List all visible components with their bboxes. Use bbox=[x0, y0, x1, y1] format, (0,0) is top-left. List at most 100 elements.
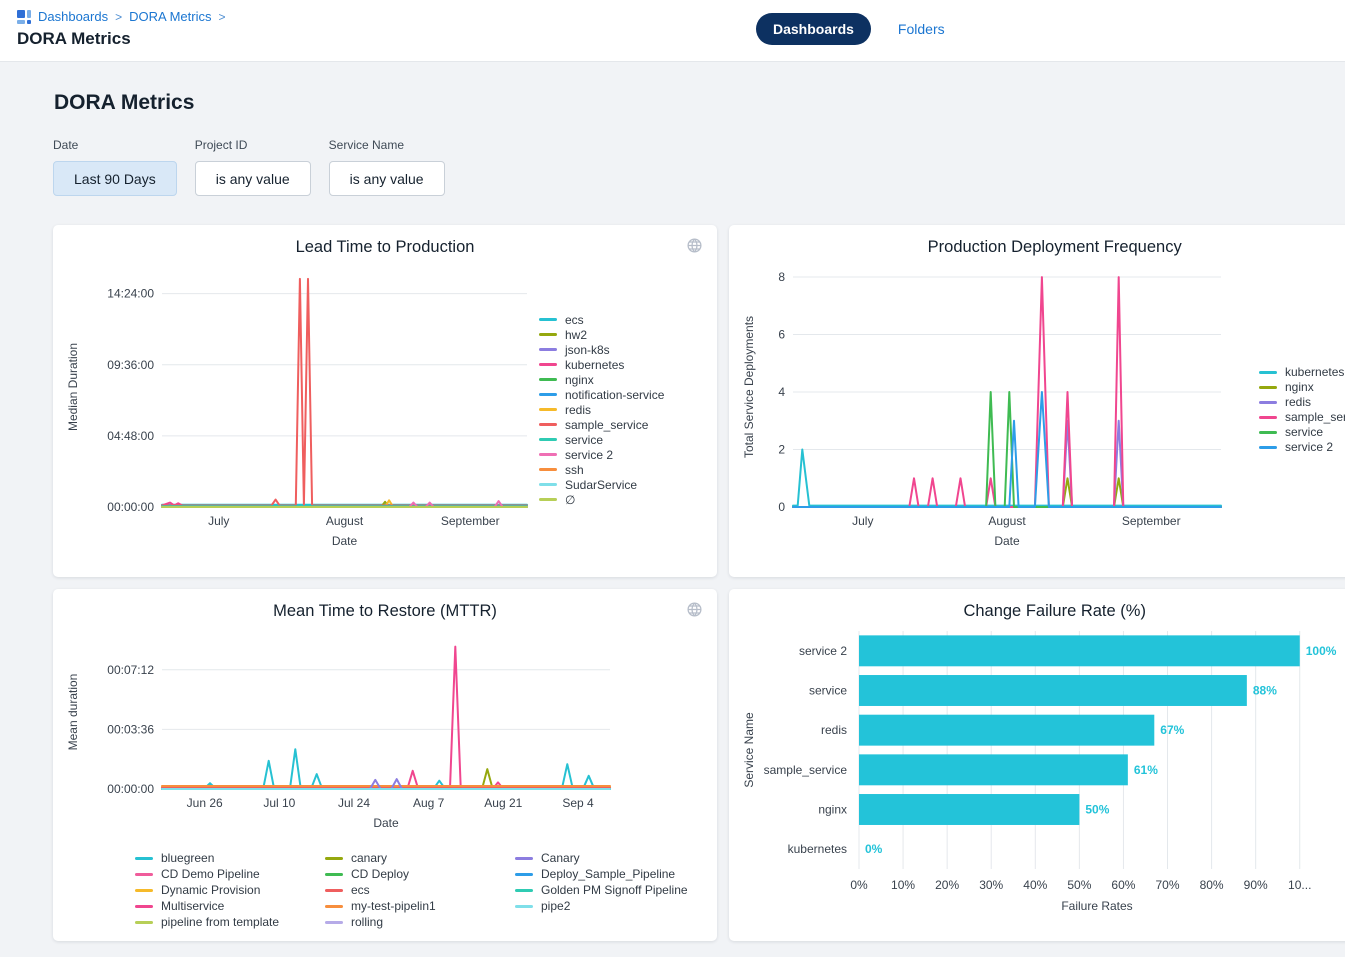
legend-item[interactable]: SudarService bbox=[539, 479, 664, 491]
change-failure-rate-chart-canvas[interactable]: 0%10%20%30%40%50%60%70%80%90%10...servic… bbox=[741, 621, 1345, 936]
svg-text:40%: 40% bbox=[1023, 878, 1047, 892]
legend-item[interactable]: ∅ bbox=[539, 494, 664, 506]
svg-text:6: 6 bbox=[778, 328, 785, 342]
svg-text:Aug 7: Aug 7 bbox=[413, 796, 445, 810]
svg-text:8: 8 bbox=[778, 270, 785, 284]
filter-date: Date Last 90 Days bbox=[53, 138, 177, 196]
legend-item[interactable]: notification-service bbox=[539, 389, 664, 401]
legend-item[interactable]: ecs bbox=[325, 884, 515, 896]
legend-label: sample_service bbox=[565, 419, 648, 431]
legend-item[interactable]: Golden PM Signoff Pipeline bbox=[515, 884, 705, 896]
legend-swatch bbox=[515, 857, 533, 860]
breadcrumb-link-dora-metrics[interactable]: DORA Metrics bbox=[129, 9, 211, 24]
legend-label: Dynamic Provision bbox=[161, 884, 260, 896]
filter-service-name-label: Service Name bbox=[329, 138, 445, 152]
legend-swatch bbox=[325, 921, 343, 924]
legend-item[interactable]: my-test-pipelin1 bbox=[325, 900, 515, 912]
legend-label: rolling bbox=[351, 916, 383, 928]
mttr-chart-canvas[interactable]: 00:00:0000:03:3600:07:12Jun 26Jul 10Jul … bbox=[65, 621, 705, 846]
svg-text:September: September bbox=[441, 514, 500, 528]
svg-text:0: 0 bbox=[778, 500, 785, 514]
globe-icon[interactable] bbox=[686, 601, 703, 618]
chart-card-lead-time: Lead Time to Production 00:00:0004:48:00… bbox=[53, 225, 717, 577]
filter-service-name: Service Name is any value bbox=[329, 138, 445, 196]
legend-swatch bbox=[539, 498, 557, 501]
legend-item[interactable]: ssh bbox=[539, 464, 664, 476]
legend-item[interactable]: json-k8s bbox=[539, 344, 664, 356]
app-header: Dashboards > DORA Metrics > DORA Metrics… bbox=[0, 0, 1345, 62]
filter-service-name-button[interactable]: is any value bbox=[329, 161, 445, 196]
legend-item[interactable]: CD Demo Pipeline bbox=[135, 868, 325, 880]
tab-folders[interactable]: Folders bbox=[898, 21, 945, 37]
svg-text:Mean duration: Mean duration bbox=[66, 674, 80, 751]
legend-item[interactable]: nginx bbox=[539, 374, 664, 386]
legend-item[interactable]: service bbox=[539, 434, 664, 446]
svg-text:service: service bbox=[809, 684, 847, 698]
legend-item[interactable]: kubernetes bbox=[539, 359, 664, 371]
legend-label: my-test-pipelin1 bbox=[351, 900, 436, 912]
legend-label: sample_service bbox=[1285, 411, 1345, 423]
svg-text:90%: 90% bbox=[1244, 878, 1268, 892]
legend-item[interactable]: bluegreen bbox=[135, 852, 325, 864]
legend-item[interactable]: hw2 bbox=[539, 329, 664, 341]
globe-icon[interactable] bbox=[686, 237, 703, 254]
deployment-frequency-chart-canvas[interactable]: 02468JulyAugustSeptemberDateTotal Servic… bbox=[741, 257, 1231, 562]
svg-text:nginx: nginx bbox=[818, 803, 847, 817]
legend-item[interactable]: CD Deploy bbox=[325, 868, 515, 880]
legend-swatch bbox=[539, 408, 557, 411]
legend-swatch bbox=[1259, 416, 1277, 419]
svg-text:04:48:00: 04:48:00 bbox=[107, 429, 154, 443]
legend-item[interactable]: kubernetes bbox=[1259, 366, 1345, 378]
lead-time-chart-canvas[interactable]: 00:00:0004:48:0009:36:0014:24:00JulyAugu… bbox=[65, 257, 537, 562]
legend-item[interactable]: pipe2 bbox=[515, 900, 705, 912]
filter-date-button[interactable]: Last 90 Days bbox=[53, 161, 177, 196]
window-title: DORA Metrics bbox=[17, 29, 1345, 49]
legend-swatch bbox=[135, 873, 153, 876]
legend-item[interactable]: Dynamic Provision bbox=[135, 884, 325, 896]
legend-item[interactable]: sample_service bbox=[1259, 411, 1345, 423]
legend-item[interactable]: rolling bbox=[325, 916, 515, 928]
breadcrumb-link-dashboards[interactable]: Dashboards bbox=[38, 9, 108, 24]
legend-label: kubernetes bbox=[565, 359, 624, 371]
svg-text:0%: 0% bbox=[865, 842, 883, 856]
legend-item[interactable]: service 2 bbox=[539, 449, 664, 461]
view-tabs: Dashboards Folders bbox=[756, 13, 945, 45]
svg-text:4: 4 bbox=[778, 385, 785, 399]
legend-item[interactable]: ecs bbox=[539, 314, 664, 326]
svg-text:00:07:12: 00:07:12 bbox=[107, 663, 154, 677]
breadcrumb-separator: > bbox=[115, 10, 122, 24]
breadcrumb: Dashboards > DORA Metrics > bbox=[17, 9, 1345, 24]
tab-dashboards[interactable]: Dashboards bbox=[756, 13, 871, 45]
svg-text:88%: 88% bbox=[1253, 684, 1277, 698]
breadcrumb-separator: > bbox=[218, 10, 225, 24]
svg-text:14:24:00: 14:24:00 bbox=[107, 287, 154, 301]
lead-time-legend: ecs hw2 json-k8s kubernetes nginx notificatio… bbox=[539, 314, 664, 506]
legend-swatch bbox=[515, 873, 533, 876]
legend-label: Deploy_Sample_Pipeline bbox=[541, 868, 675, 880]
legend-item[interactable]: Canary bbox=[515, 852, 705, 864]
legend-item[interactable]: nginx bbox=[1259, 381, 1345, 393]
legend-label: service bbox=[1285, 426, 1323, 438]
svg-text:redis: redis bbox=[821, 723, 847, 737]
legend-item[interactable]: service 2 bbox=[1259, 441, 1345, 453]
legend-swatch bbox=[135, 905, 153, 908]
svg-text:10...: 10... bbox=[1288, 878, 1311, 892]
chart-card-mttr: Mean Time to Restore (MTTR) 00:00:0000:0… bbox=[53, 589, 717, 941]
svg-text:100%: 100% bbox=[1306, 644, 1337, 658]
legend-item[interactable]: service bbox=[1259, 426, 1345, 438]
legend-item[interactable]: Deploy_Sample_Pipeline bbox=[515, 868, 705, 880]
dashboards-grid-icon bbox=[17, 10, 31, 24]
legend-label: CD Deploy bbox=[351, 868, 409, 880]
legend-item[interactable]: redis bbox=[539, 404, 664, 416]
legend-item[interactable]: canary bbox=[325, 852, 515, 864]
legend-swatch bbox=[539, 393, 557, 396]
svg-text:00:00:00: 00:00:00 bbox=[107, 782, 154, 796]
legend-item[interactable]: redis bbox=[1259, 396, 1345, 408]
legend-item[interactable]: sample_service bbox=[539, 419, 664, 431]
filter-date-label: Date bbox=[53, 138, 177, 152]
legend-item[interactable]: Multiservice bbox=[135, 900, 325, 912]
svg-text:0%: 0% bbox=[850, 878, 868, 892]
legend-swatch bbox=[539, 378, 557, 381]
filter-project-id-button[interactable]: is any value bbox=[195, 161, 311, 196]
legend-item[interactable]: pipeline from template bbox=[135, 916, 325, 928]
